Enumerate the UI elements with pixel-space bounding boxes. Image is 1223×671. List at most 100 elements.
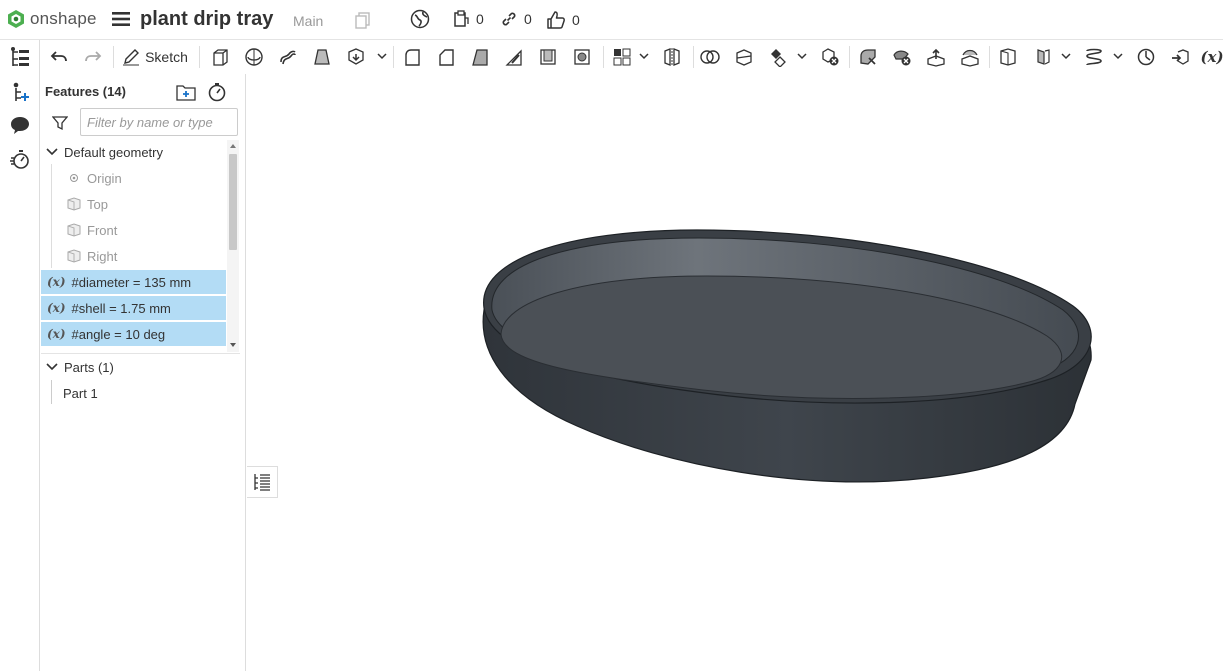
thumbs-up-icon: [547, 11, 565, 29]
onshape-logo[interactable]: onshape: [6, 9, 97, 29]
feature-tree-scrollbar[interactable]: [227, 140, 239, 352]
toolbar-divider: [603, 46, 604, 68]
performance-timer-icon[interactable]: [8, 147, 32, 171]
link-icon: [502, 12, 516, 26]
feature-list-icon[interactable]: [8, 45, 32, 69]
pattern-icon[interactable]: [611, 46, 633, 68]
menu-icon[interactable]: [112, 11, 130, 32]
copy-workspace-icon[interactable]: [354, 11, 372, 34]
draft-icon[interactable]: [469, 46, 491, 68]
likes-count: 0: [572, 12, 580, 28]
thicken-icon[interactable]: [345, 46, 367, 68]
tree-item-right-plane[interactable]: Right: [41, 244, 226, 268]
split-icon[interactable]: [733, 46, 755, 68]
delete-part-icon[interactable]: [819, 46, 841, 68]
tree-item-origin[interactable]: Origin: [41, 166, 226, 190]
variable-icon: (x): [47, 327, 66, 341]
measure-icon[interactable]: [1135, 46, 1157, 68]
origin-icon: [70, 174, 78, 182]
public-globe-icon[interactable]: [410, 9, 430, 34]
loft-icon[interactable]: [311, 46, 333, 68]
tree-item-front-plane[interactable]: Front: [41, 218, 226, 242]
boolean-icon[interactable]: [699, 46, 721, 68]
redo-icon[interactable]: [83, 46, 103, 68]
sketch-label: Sketch: [145, 49, 188, 65]
toolbar-divider: [989, 46, 990, 68]
plane-icon: [67, 249, 81, 263]
copy-count-icon: [454, 10, 469, 27]
revolve-icon[interactable]: [243, 46, 265, 68]
features-title: Features (14): [45, 84, 126, 99]
chevron-down-icon[interactable]: [45, 145, 59, 159]
graphics-viewport[interactable]: [247, 74, 1223, 671]
toolbar-divider: [849, 46, 850, 68]
chevron-down-icon[interactable]: [45, 360, 59, 374]
tree-item-top-plane[interactable]: Top: [41, 192, 226, 216]
insert-part-icon[interactable]: [1169, 46, 1191, 68]
parts-group[interactable]: Parts (1): [41, 355, 226, 379]
variable-angle-label: #angle = 10 deg: [71, 326, 166, 342]
transform-icon[interactable]: [767, 46, 789, 68]
chevron-down-icon[interactable]: [797, 52, 807, 60]
sweep-icon[interactable]: [277, 46, 299, 68]
parts-title: Parts (1): [64, 359, 114, 375]
feature-list-toggle[interactable]: [247, 466, 278, 498]
part-item[interactable]: Part 1: [41, 381, 226, 405]
variable-icon: (x): [47, 301, 66, 315]
comments-icon[interactable]: [8, 113, 32, 137]
chevron-down-icon[interactable]: [377, 52, 387, 60]
scroll-down-icon[interactable]: [227, 340, 239, 350]
tree-item-variable-diameter[interactable]: (x) #diameter = 135 mm: [41, 270, 226, 294]
chevron-down-icon[interactable]: [1113, 52, 1123, 60]
instances-icon[interactable]: [8, 80, 32, 104]
fillet-icon[interactable]: [401, 46, 423, 68]
feature-filter-input[interactable]: [80, 108, 238, 136]
sketch-button[interactable]: Sketch: [121, 46, 189, 68]
versions-count: 0: [476, 11, 484, 27]
mate-connector-icon[interactable]: [1031, 46, 1053, 68]
feature-toolbar: Sketch (x): [41, 40, 1223, 74]
hole-icon[interactable]: [571, 46, 593, 68]
right-plane-label: Right: [87, 248, 118, 264]
modify-fillet-icon[interactable]: [857, 46, 879, 68]
front-plane-label: Front: [87, 222, 118, 238]
default-geometry-label: Default geometry: [64, 144, 163, 160]
document-title[interactable]: plant drip tray: [140, 8, 273, 31]
tree-item-variable-angle[interactable]: (x) #angle = 10 deg: [41, 322, 226, 346]
add-folder-icon[interactable]: [176, 83, 196, 106]
list-indent-icon: [254, 474, 270, 491]
part-label: Part 1: [63, 385, 98, 401]
toolbar-divider: [199, 46, 200, 68]
delete-face-icon[interactable]: [891, 46, 913, 68]
toolbar-divider: [393, 46, 394, 68]
scroll-up-icon[interactable]: [227, 141, 239, 151]
mirror-icon[interactable]: [661, 46, 683, 68]
links-count: 0: [524, 11, 532, 27]
rib-icon[interactable]: [503, 46, 525, 68]
drip-tray-model[interactable]: [247, 74, 1223, 671]
plane-icon[interactable]: [997, 46, 1019, 68]
links-stat[interactable]: 0: [500, 10, 532, 28]
chevron-down-icon[interactable]: [639, 52, 649, 60]
helix-icon[interactable]: [1083, 46, 1105, 68]
variable-shell-label: #shell = 1.75 mm: [71, 300, 171, 316]
feature-panel: Features (14) Default geometry Origin To…: [41, 74, 246, 671]
default-geometry-group[interactable]: Default geometry: [41, 140, 226, 164]
undo-icon[interactable]: [49, 46, 69, 68]
versions-stat[interactable]: 0: [452, 10, 484, 28]
move-face-icon[interactable]: [925, 46, 947, 68]
chamfer-icon[interactable]: [435, 46, 457, 68]
chevron-down-icon[interactable]: [1061, 52, 1071, 60]
extrude-icon[interactable]: [209, 46, 231, 68]
scrollbar-thumb[interactable]: [229, 154, 237, 250]
toolbar-divider: [693, 46, 694, 68]
shell-icon[interactable]: [537, 46, 559, 68]
replace-face-icon[interactable]: [959, 46, 981, 68]
rollback-timer-icon[interactable]: [207, 82, 227, 107]
filter-icon[interactable]: [51, 115, 69, 136]
onshape-logo-icon: [8, 10, 24, 28]
tree-item-variable-shell[interactable]: (x) #shell = 1.75 mm: [41, 296, 226, 320]
variable-icon[interactable]: (x): [1200, 46, 1223, 68]
feature-tree: Default geometry Origin Top Front Right …: [41, 140, 240, 352]
likes-stat[interactable]: 0: [546, 10, 580, 30]
